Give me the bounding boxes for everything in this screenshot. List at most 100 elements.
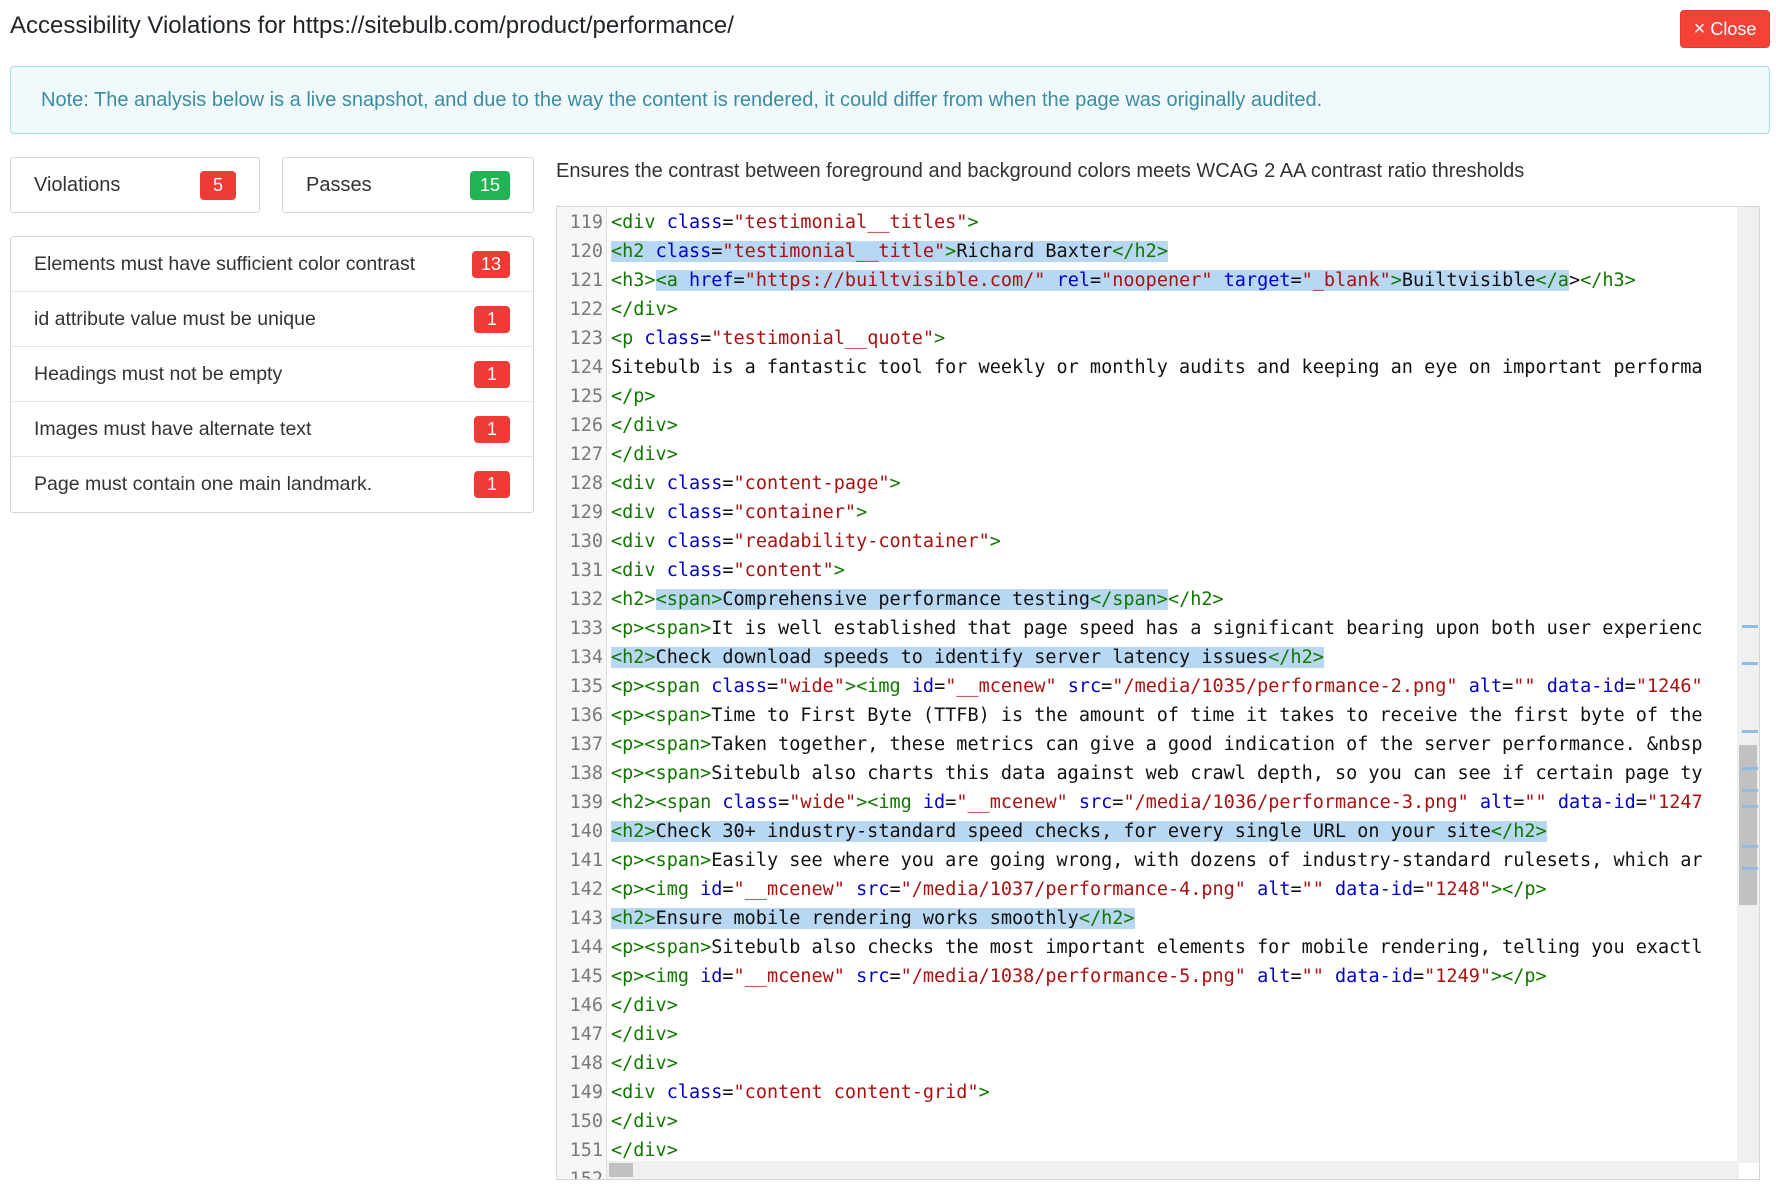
rule-description: Ensures the contrast between foreground … [556,160,1525,182]
code-text: <p><span>Time to First Byte (TTFB) is th… [611,705,1703,726]
code-text: <h2>Check download speeds to identify se… [611,647,1324,668]
highlight-marker [1742,867,1758,870]
line-number: 133 [569,618,603,639]
line-number: 127 [569,444,603,465]
line-number: 129 [569,502,603,523]
code-text: <div class="testimonial__titles"> [611,212,979,233]
violation-item-color-contrast[interactable]: Elements must have sufficient color cont… [11,237,533,292]
code-line: 143 <h2>Ensure mobile rendering works smo… [557,904,1735,933]
code-line: 139 <h2><span class="wide"><img id="__mce… [557,788,1735,817]
code-line: 134 <h2>Check download speeds to identify… [557,643,1735,672]
code-line: 150 </div> [557,1107,1735,1136]
line-number: 151 [569,1140,603,1161]
code-line: 144 <p><span>Sitebulb also checks the mos… [557,933,1735,962]
code-line: 126 </div> [557,411,1735,440]
code-text: <h2><span>Comprehensive performance test… [611,589,1224,610]
violation-label: Page must contain one main landmark. [34,473,373,495]
code-text: <div class="content"> [611,560,845,581]
code-line: 131 <div class="content"> [557,556,1735,585]
violation-item-image-alt[interactable]: Images must have alternate text 1 [11,402,533,457]
tab-violations[interactable]: Violations 5 [10,157,260,213]
violation-item-empty-heading[interactable]: Headings must not be empty 1 [11,347,533,402]
violation-count-badge: 1 [474,471,510,498]
code-text: </p> [611,386,656,407]
code-text: <p class="testimonial__quote"> [611,328,946,349]
highlight-marker [1742,767,1758,770]
code-text: <h2>Ensure mobile rendering works smooth… [611,908,1135,929]
code-line: 148 </div> [557,1049,1735,1078]
code-line: 123 <p class="testimonial__quote"> [557,324,1735,353]
code-line: 140 <h2>Check 30+ industry-standard speed… [557,817,1735,846]
line-number: 147 [569,1024,603,1045]
code-line: 145 <p><img id="__mcenew" src="/media/103… [557,962,1735,991]
code-text: <div class="content-page"> [611,473,901,494]
code-text: </div> [611,415,678,436]
code-text: <h2><span class="wide"><img id="__mcenew… [611,792,1703,813]
code-line: 138 <p><span>Sitebulb also charts this da… [557,759,1735,788]
code-line: 125 </p> [557,382,1735,411]
line-number: 120 [569,241,603,262]
close-button-label: Close [1710,18,1757,39]
line-number: 124 [569,357,603,378]
line-number: 152 [569,1169,603,1180]
line-number: 135 [569,676,603,697]
violation-count-badge: 13 [471,250,510,278]
code-text: <p><span>Taken together, these metrics c… [611,734,1703,755]
highlight-marker [1742,625,1758,628]
source-code-viewer[interactable]: 119 <div class="testimonial__titles"> 120 <… [556,206,1760,1180]
code-text: <p><span class="wide"><img id="__mcenew"… [611,676,1703,697]
code-line: 147 </div> [557,1020,1735,1049]
code-text: <div class="container"> [611,502,868,523]
code-text: <p><span>Sitebulb also charts this data … [611,763,1703,784]
code-text: <p><img id="__mcenew" src="/media/1037/p… [611,879,1547,900]
line-number: 125 [569,386,603,407]
code-text: <p><img id="__mcenew" src="/media/1038/p… [611,966,1547,987]
violation-label: Headings must not be empty [34,362,283,385]
line-number: 128 [569,473,603,494]
line-number: 146 [569,995,603,1016]
code-text: <p><span>Easily see where you are going … [611,850,1703,871]
line-number: 136 [569,705,603,726]
code-line: 124 Sitebulb is a fantastic tool for week… [557,353,1735,382]
code-line: 128 <div class="content-page"> [557,469,1735,498]
close-icon: × [1693,18,1706,40]
line-number: 131 [569,560,603,581]
code-text: <h3><a href="https://builtvisible.com/" … [611,270,1636,291]
violation-count-badge: 1 [474,305,510,333]
tab-violations-label: Violations [34,173,121,196]
line-number: 134 [569,647,603,668]
horizontal-scrollbar[interactable] [607,1161,1739,1179]
code-line: 119 <div class="testimonial__titles"> [557,208,1735,237]
line-number: 121 [569,270,603,291]
horizontal-scrollbar-thumb[interactable] [609,1163,633,1177]
violation-label: Elements must have sufficient color cont… [34,252,416,275]
code-text: </div> [611,299,678,320]
code-text: <div class="readability-container"> [611,531,1001,552]
code-text: </div> [611,1024,678,1045]
tab-passes-label: Passes [306,173,372,196]
close-button[interactable]: × Close [1680,10,1770,48]
highlight-marker [1742,845,1758,848]
code-line: 121 <h3><a href="https://builtvisible.com… [557,266,1735,295]
violation-item-duplicate-id[interactable]: id attribute value must be unique 1 [11,292,533,347]
line-number: 150 [569,1111,603,1132]
line-number: 139 [569,792,603,813]
code-line: 137 <p><span>Taken together, these metric… [557,730,1735,759]
highlight-marker [1742,805,1758,808]
line-number: 143 [569,908,603,929]
code-line: 142 <p><img id="__mcenew" src="/media/103… [557,875,1735,904]
code-text: Sitebulb is a fantastic tool for weekly … [611,357,1703,378]
line-number: 140 [569,821,603,842]
code-text: </div> [611,444,678,465]
line-number: 138 [569,763,603,784]
violation-count-badge: 1 [474,360,510,388]
line-number: 123 [569,328,603,349]
code-line: 122 </div> [557,295,1735,324]
violation-count-badge: 1 [474,415,510,443]
code-line: 129 <div class="container"> [557,498,1735,527]
line-number: 137 [569,734,603,755]
violation-item-main-landmark[interactable]: Page must contain one main landmark. 1 [11,457,533,512]
tab-passes[interactable]: Passes 15 [282,157,534,213]
code-text: <h2 class="testimonial__title">Richard B… [611,241,1168,262]
code-text: <p><span>It is well established that pag… [611,618,1703,639]
